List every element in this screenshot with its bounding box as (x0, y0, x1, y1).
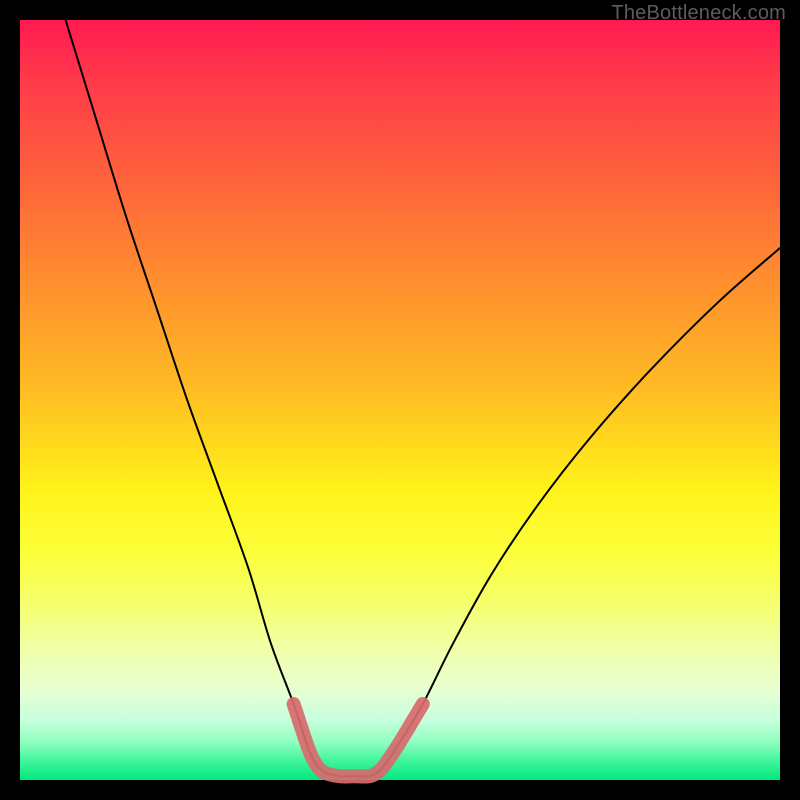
plot-area (20, 20, 780, 780)
valley-highlight (294, 704, 423, 776)
series-left-branch (66, 20, 324, 772)
series-right-branch (377, 248, 780, 772)
curve-layer (20, 20, 780, 780)
chart-frame: TheBottleneck.com (0, 0, 800, 800)
